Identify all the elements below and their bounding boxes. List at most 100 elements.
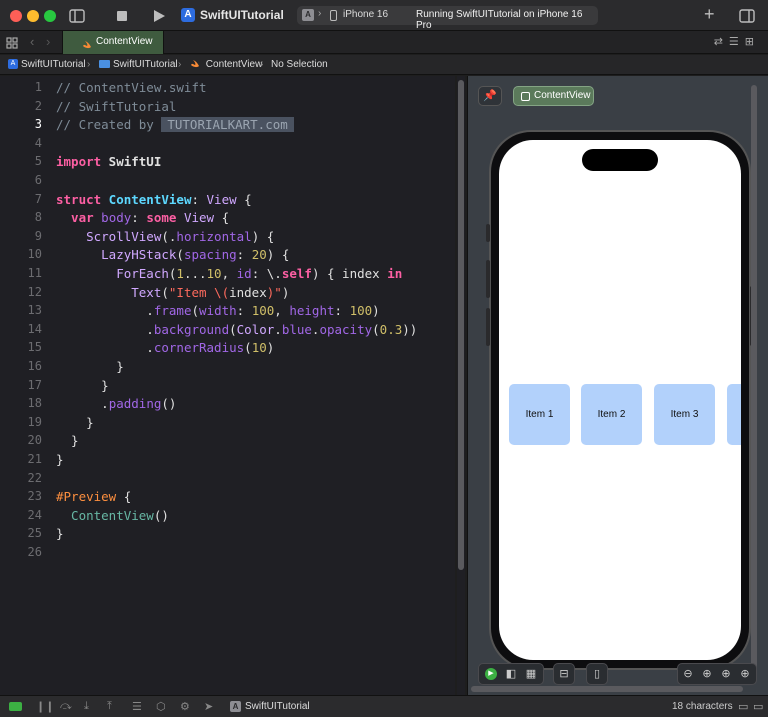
line-number: 1: [34, 80, 42, 94]
zoom-window-button[interactable]: [44, 10, 56, 22]
line-number: 18: [27, 396, 42, 411]
back-arrow-icon[interactable]: ‹: [30, 34, 34, 49]
editor-scroll-thumb[interactable]: [458, 80, 464, 570]
preview-mode-controls: ▶ ◧ ▦: [478, 663, 544, 685]
debug-bar: ❙❙ ⤼ ⤓ ⤒ ☰ ⬡ ⚙ ➤ A SwiftUITutorial 18 ch…: [0, 695, 768, 717]
code-line-9[interactable]: ScrollView(.horizontal) {: [56, 229, 274, 244]
canvas-horizontal-scrollbar[interactable]: [471, 686, 743, 692]
editor-tab-bar: ‹ › ContentView ⇄☰⊞: [0, 31, 768, 54]
debug-target[interactable]: SwiftUITutorial: [245, 701, 310, 712]
inspector-toggle-icon[interactable]: [738, 7, 756, 25]
zoom-in-icon[interactable]: ⊕: [701, 668, 713, 680]
dynamic-island: [582, 149, 658, 171]
console-toggle-icon[interactable]: ▭: [753, 700, 763, 713]
location-icon[interactable]: ➤: [204, 700, 213, 713]
device-settings-icon[interactable]: ⊟: [558, 668, 570, 680]
step-into-icon[interactable]: ⤓: [84, 700, 89, 713]
minimize-window-button[interactable]: [27, 10, 39, 22]
code-line-3[interactable]: // Created by TUTORIALKART.com: [56, 117, 294, 133]
editor-scrollbar[interactable]: [457, 76, 465, 695]
iphone-icon: [330, 10, 337, 21]
scheme-status-bar[interactable]: A › iPhone 16 Running SwiftUITutorial on…: [297, 6, 598, 31]
navigator-toggle-icon[interactable]: [68, 7, 86, 25]
line-number: 10: [27, 247, 42, 262]
breadcrumb-file[interactable]: ContentView: [190, 59, 262, 70]
code-line-15[interactable]: .cornerRadius(10): [56, 340, 274, 355]
line-number: 24: [27, 507, 42, 522]
pause-icon[interactable]: ❙❙: [36, 700, 54, 713]
item-card-2[interactable]: Item 2: [581, 384, 642, 445]
line-number: 12: [27, 284, 42, 299]
tab-contentview[interactable]: ContentView: [62, 31, 164, 54]
folder-icon: [99, 60, 110, 69]
editor-options-icons[interactable]: ⇄☰⊞: [714, 35, 760, 48]
watermark-text: TUTORIALKART.com: [161, 117, 294, 133]
view-hierarchy-icon[interactable]: ☰: [132, 700, 142, 713]
window-title: SwiftUITutorial: [200, 8, 284, 22]
zoom-actual-size-icon[interactable]: ⊕: [739, 668, 751, 680]
variants-icon[interactable]: ▦: [525, 668, 537, 680]
code-line-10[interactable]: LazyHStack(spacing: 20) {: [56, 247, 289, 262]
line-number: 7: [34, 191, 42, 206]
volume-up-button: [486, 260, 490, 298]
item-card-3[interactable]: Item 3: [654, 384, 715, 445]
line-number: 13: [27, 303, 42, 318]
device-picker-icon[interactable]: ▯: [591, 668, 603, 680]
zoom-to-fit-icon[interactable]: ⊕: [720, 668, 732, 680]
code-line-12[interactable]: Text("Item \(index)"): [56, 285, 289, 300]
memory-graph-icon[interactable]: ⬡: [156, 700, 166, 713]
volume-down-button: [486, 308, 490, 346]
grid-icon[interactable]: [6, 36, 18, 49]
pin-icon[interactable]: 📌: [478, 86, 502, 106]
live-preview-icon[interactable]: ▶: [485, 668, 497, 680]
swift-file-icon: [190, 59, 200, 69]
code-line-23[interactable]: #Preview {: [56, 489, 131, 504]
chevron-right-icon: ›: [87, 59, 91, 70]
code-line-7[interactable]: struct ContentView: View {: [56, 192, 252, 207]
breadcrumb-project[interactable]: A SwiftUITutorial: [8, 59, 86, 70]
chevron-right-icon: ›: [260, 59, 264, 70]
selectable-mode-icon[interactable]: ◧: [505, 668, 517, 680]
zoom-controls: ⊖ ⊕ ⊕ ⊕: [677, 663, 757, 685]
chevron-right-icon: ›: [178, 59, 182, 70]
code-line-17[interactable]: }: [56, 378, 109, 393]
line-number: 11: [27, 266, 42, 280]
zoom-out-icon[interactable]: ⊖: [682, 668, 694, 680]
source-editor[interactable]: 1 2 3 4 5 6 7 8 9 10 11 12 13 14 15 16 17 18 19 20 21 22 23 24 2…: [0, 76, 455, 695]
canvas-vertical-scrollbar[interactable]: [751, 85, 757, 680]
preview-selector-button[interactable]: ContentView: [513, 86, 594, 106]
breadcrumb-group[interactable]: SwiftUITutorial: [99, 59, 178, 70]
debug-area-toggle-icon[interactable]: [9, 702, 22, 711]
code-line-11[interactable]: ForEach(1...10, id: \.self) { index in: [56, 266, 402, 281]
code-line-25[interactable]: }: [56, 526, 64, 541]
environment-overrides-icon[interactable]: ⚙: [180, 700, 190, 713]
code-line-19[interactable]: }: [56, 415, 94, 430]
code-line-5[interactable]: import SwiftUI: [56, 154, 161, 169]
code-line-14[interactable]: .background(Color.blue.opacity(0.3)): [56, 322, 417, 337]
line-number: 15: [27, 340, 42, 355]
run-destination[interactable]: iPhone 16: [343, 9, 388, 20]
code-line-16[interactable]: }: [56, 359, 124, 374]
forward-arrow-icon[interactable]: ›: [46, 34, 50, 49]
code-line-13[interactable]: .frame(width: 100, height: 100): [56, 303, 379, 318]
code-line-18[interactable]: .padding(): [56, 396, 176, 411]
code-line-8[interactable]: var body: some View {: [56, 210, 229, 225]
split-view-icon[interactable]: ▭: [738, 700, 748, 713]
device-screen[interactable]: Item 1 Item 2 Item 3: [499, 140, 741, 660]
code-line-2[interactable]: // SwiftTutorial: [56, 99, 176, 114]
stop-icon[interactable]: [113, 7, 131, 25]
breadcrumb-selection[interactable]: No Selection: [271, 59, 328, 70]
line-number: 25: [27, 526, 42, 541]
step-out-icon[interactable]: ⤒: [107, 700, 112, 713]
add-icon[interactable]: +: [704, 4, 715, 25]
item-card-partial[interactable]: [727, 384, 741, 445]
code-line-21[interactable]: }: [56, 452, 64, 467]
project-icon: A: [8, 59, 18, 70]
code-line-1[interactable]: // ContentView.swift: [56, 80, 207, 95]
code-line-20[interactable]: }: [56, 433, 79, 448]
step-over-icon[interactable]: ⤼: [60, 700, 72, 713]
code-line-24[interactable]: ContentView(): [56, 508, 169, 523]
run-icon[interactable]: [150, 7, 168, 25]
item-card-1[interactable]: Item 1: [509, 384, 570, 445]
close-window-button[interactable]: [10, 10, 22, 22]
